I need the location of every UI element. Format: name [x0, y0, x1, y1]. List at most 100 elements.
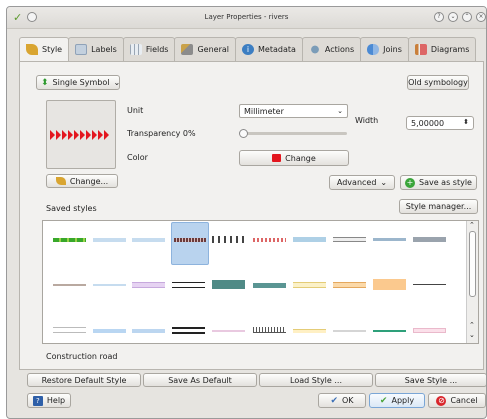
style-swatch[interactable]	[293, 282, 326, 288]
ok-button[interactable]: ✔ OK	[318, 393, 366, 408]
scroll-up-icon[interactable]: ⌃	[469, 221, 475, 229]
old-symbology-button[interactable]: Old symbology	[407, 75, 469, 90]
renderer-select[interactable]: ⬍ Single Symbol ⌄	[36, 75, 120, 90]
style-swatch[interactable]	[293, 329, 326, 333]
paintbrush-icon	[26, 44, 38, 55]
style-swatch[interactable]	[413, 237, 446, 242]
style-swatch[interactable]	[373, 279, 406, 290]
saved-styles-label: Saved styles	[46, 204, 97, 213]
style-swatch[interactable]	[53, 327, 86, 333]
style-swatch[interactable]	[53, 284, 86, 286]
help-button[interactable]: ? Help	[27, 393, 71, 408]
chevron-down-icon: ⌄	[113, 78, 121, 87]
spin-arrows-icon: ⬍	[463, 118, 469, 126]
unit-select[interactable]: Millimeter ⌄	[239, 104, 348, 118]
style-swatch[interactable]	[93, 284, 126, 286]
width-spinbox[interactable]: 5,00000 ⬍	[406, 116, 474, 130]
check-icon: ✔	[379, 395, 388, 406]
labels-icon	[75, 44, 88, 55]
style-panel: ⬍ Single Symbol ⌄ Old symbology Unit Mil…	[19, 61, 484, 370]
maximize-icon[interactable]: ⌃	[462, 12, 472, 22]
tab-joins[interactable]: Joins	[360, 37, 409, 61]
close-icon[interactable]: ×	[476, 12, 486, 22]
style-swatch[interactable]	[373, 330, 406, 332]
style-swatch[interactable]	[212, 236, 248, 243]
style-swatch[interactable]	[53, 238, 86, 242]
style-swatch[interactable]	[132, 282, 165, 288]
style-swatch[interactable]	[212, 330, 245, 332]
style-swatch[interactable]	[93, 329, 126, 333]
style-swatch[interactable]	[93, 238, 126, 242]
tab-general[interactable]: General	[174, 37, 237, 61]
style-swatch[interactable]	[333, 237, 366, 242]
advanced-button[interactable]: Advanced ⌄	[329, 175, 395, 190]
cancel-button[interactable]: ⊘ Cancel	[428, 393, 486, 408]
slider-handle[interactable]	[239, 129, 248, 138]
style-manager-button[interactable]: Style manager...	[399, 199, 478, 214]
tab-bar: Style Labels Fields General i Metadata Ac…	[19, 37, 477, 62]
style-swatch[interactable]	[253, 238, 286, 242]
style-swatch[interactable]	[413, 328, 446, 333]
join-icon	[367, 44, 380, 55]
window-title: Layer Properties - rivers	[204, 13, 289, 21]
tab-style[interactable]: Style	[19, 37, 70, 62]
cancel-icon: ⊘	[436, 395, 447, 406]
gallery-scrollbar[interactable]: ⌃ ⌃ ⌄	[466, 221, 478, 343]
chevron-down-icon: ⌄	[337, 107, 343, 115]
style-swatch[interactable]	[253, 327, 286, 333]
gears-icon	[308, 44, 321, 55]
info-icon: i	[242, 44, 255, 55]
width-label: Width	[355, 116, 379, 125]
tab-metadata[interactable]: i Metadata	[235, 37, 303, 61]
title-bar: ✓ Layer Properties - rivers ? ⌄ ⌃ ×	[7, 7, 486, 29]
tab-labels[interactable]: Labels	[68, 37, 124, 61]
add-icon: +	[405, 177, 415, 188]
save-as-style-button[interactable]: + Save as style	[400, 175, 477, 190]
selected-style-highlight[interactable]	[171, 222, 209, 265]
save-as-default-button[interactable]: Save As Default	[143, 373, 257, 387]
single-symbol-icon: ⬍	[41, 77, 49, 88]
help-icon[interactable]: ?	[434, 12, 444, 22]
load-style-button[interactable]: Load Style ...	[259, 373, 373, 387]
arrow-line-symbol-icon	[50, 130, 109, 140]
scroll-down-icon[interactable]: ⌃	[469, 321, 475, 329]
style-swatch[interactable]	[333, 330, 366, 332]
scroll-down-icon[interactable]: ⌄	[469, 331, 475, 339]
chevron-down-icon: ⌄	[380, 178, 388, 187]
layer-properties-window: ✓ Layer Properties - rivers ? ⌄ ⌃ × Styl…	[6, 6, 487, 419]
saved-styles-gallery[interactable]: ⌃ ⌃ ⌄	[42, 220, 479, 344]
paintbrush-icon	[55, 177, 66, 185]
unit-label: Unit	[127, 106, 144, 115]
save-style-button[interactable]: Save Style ...	[375, 373, 486, 387]
check-icon: ✔	[330, 395, 338, 406]
diagram-icon	[414, 44, 427, 55]
style-swatch[interactable]	[253, 283, 286, 288]
style-swatch[interactable]	[293, 237, 326, 242]
color-change-button[interactable]: Change	[239, 150, 349, 166]
table-icon	[129, 44, 142, 55]
transparency-label: Transparency 0%	[127, 129, 196, 138]
style-swatch[interactable]	[373, 238, 406, 241]
selected-style-name: Construction road	[46, 352, 118, 361]
style-swatch[interactable]	[172, 327, 205, 334]
scrollbar-thumb[interactable]	[469, 231, 476, 297]
minimize-icon[interactable]: ⌄	[448, 12, 458, 22]
style-swatch[interactable]	[174, 238, 206, 242]
style-swatch[interactable]	[212, 280, 245, 289]
color-label: Color	[127, 153, 148, 162]
transparency-slider[interactable]	[239, 129, 349, 138]
style-swatch[interactable]	[333, 282, 366, 288]
style-swatch[interactable]	[132, 329, 165, 333]
tab-fields[interactable]: Fields	[122, 37, 176, 61]
style-swatch[interactable]	[413, 284, 446, 285]
restore-default-style-button[interactable]: Restore Default Style	[27, 373, 141, 387]
apply-button[interactable]: ✔ Apply	[369, 393, 425, 408]
color-swatch	[272, 154, 282, 162]
style-swatch[interactable]	[132, 238, 165, 242]
help-book-icon: ?	[32, 395, 43, 406]
tab-diagrams[interactable]: Diagrams	[407, 37, 477, 61]
change-symbol-button[interactable]: Change...	[46, 174, 118, 188]
tools-icon	[181, 44, 194, 55]
tab-actions[interactable]: Actions	[301, 37, 362, 61]
style-swatch[interactable]	[172, 282, 205, 288]
